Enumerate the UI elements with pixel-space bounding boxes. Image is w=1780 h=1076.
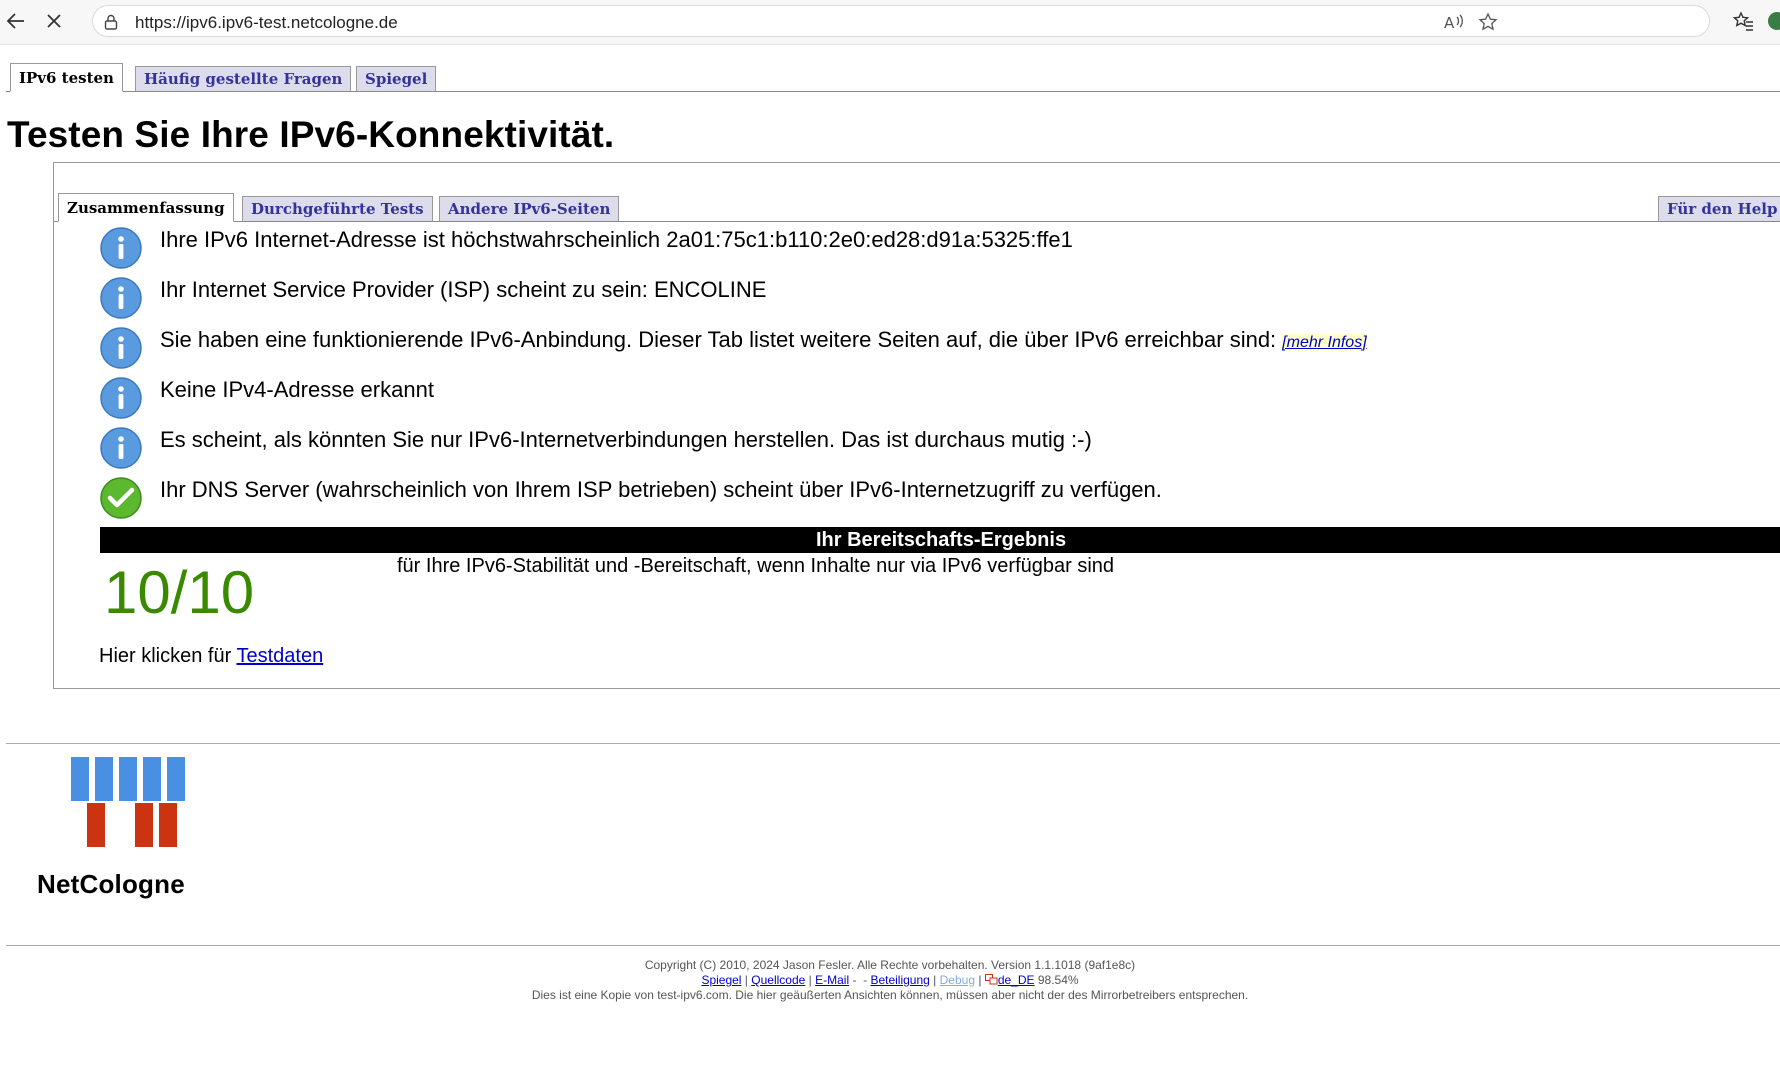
readiness-description: für Ihre IPv6-Stabilität und -Bereitscha… — [397, 555, 1115, 577]
address-bar[interactable]: https://ipv6.ipv6-test.netcologne.de A — [92, 5, 1710, 37]
info-icon — [100, 327, 142, 369]
read-aloud-icon[interactable]: A — [1443, 12, 1465, 32]
tab-ipv6-testen[interactable]: IPv6 testen — [10, 63, 123, 92]
logo-red-bar — [87, 803, 105, 847]
info-icon — [100, 227, 142, 269]
profile-avatar[interactable] — [1768, 12, 1780, 30]
footer-note: Dies ist eine Kopie von test-ipv6.com. D… — [531, 988, 1249, 1002]
page-title: Testen Sie Ihre IPv6-Konnektivität. — [7, 114, 615, 155]
logo-red-bar — [159, 803, 177, 847]
tab-tests-run[interactable]: Durchgeführte Tests — [242, 196, 433, 222]
sub-tab-bar: Zusammenfassung Durchgeführte Tests Ande… — [54, 163, 1780, 222]
stop-loading-button[interactable] — [40, 7, 68, 35]
result-no-ipv4: Keine IPv4-Adresse erkannt — [100, 371, 1780, 419]
tab-other-ipv6-sites[interactable]: Andere IPv6-Seiten — [439, 196, 620, 222]
readiness-header: Ihr Bereitschafts-Ergebnis — [816, 529, 1067, 551]
logo-text: NetCologne — [37, 869, 185, 899]
tab-mirror[interactable]: Spiegel — [356, 66, 437, 92]
test-data-prefix: Hier klicken für — [99, 645, 232, 667]
divider — [6, 743, 1780, 744]
footer-link-locale[interactable]: de_DE — [998, 973, 1035, 987]
result-text-wrap: Sie haben eine funktionierende IPv6-Anbi… — [160, 327, 1367, 353]
footer-links: Spiegel | Quellcode | E-Mail - - Beteili… — [701, 973, 1079, 987]
footer-translation-percent: 98.54% — [1037, 973, 1079, 987]
footer-link-debug[interactable]: Debug — [940, 973, 975, 987]
more-info-link[interactable]: [mehr Infos] — [1282, 334, 1367, 351]
url-text[interactable]: https://ipv6.ipv6-test.netcologne.de — [135, 13, 398, 33]
logo-blue-bar — [119, 757, 137, 801]
result-text: Keine IPv4-Adresse erkannt — [160, 377, 434, 402]
result-text: Ihr DNS Server (wahrscheinlich von Ihrem… — [160, 477, 1162, 502]
check-icon — [100, 477, 142, 519]
result-isp: Ihr Internet Service Provider (ISP) sche… — [100, 271, 1780, 319]
readiness-header-bar: Ihr Bereitschafts-Ergebnis — [100, 527, 1780, 553]
close-icon — [47, 14, 61, 28]
logo-blue-bar — [71, 757, 89, 801]
back-button[interactable] — [2, 7, 30, 35]
tab-faq[interactable]: Häufig gestellte Fragen — [135, 66, 352, 92]
tab-summary[interactable]: Zusammenfassung — [58, 193, 234, 222]
footer-link-mirror[interactable]: Spiegel — [701, 973, 741, 987]
logo-blue-bar — [95, 757, 113, 801]
footer-link-participation[interactable]: Beteiligung — [870, 973, 929, 987]
divider — [6, 945, 1780, 946]
info-icon — [100, 377, 142, 419]
translate-icon — [984, 974, 998, 985]
footer-copyright: Copyright (C) 2010, 2024 Jason Fesler. A… — [644, 958, 1136, 972]
footer-link-source[interactable]: Quellcode — [751, 973, 805, 987]
back-arrow-icon — [6, 13, 24, 29]
favorites-icon[interactable] — [1732, 10, 1754, 37]
readiness-score: 10/10 — [104, 559, 255, 626]
lock-icon[interactable] — [103, 13, 119, 36]
main-tab-bar: IPv6 testen Häufig gestellte Fragen Spie… — [6, 61, 1780, 92]
result-ipv6-address: Ihre IPv6 Internet-Adresse ist höchstwah… — [100, 221, 1780, 269]
result-text: Ihre IPv6 Internet-Adresse ist höchstwah… — [160, 227, 1073, 252]
result-text: Sie haben eine funktionierende IPv6-Anbi… — [160, 327, 1277, 352]
result-dns: Ihr DNS Server (wahrscheinlich von Ihrem… — [100, 471, 1780, 519]
test-data-link[interactable]: Testdaten — [236, 645, 323, 667]
info-icon — [100, 427, 142, 469]
svg-text:A: A — [1444, 14, 1455, 32]
result-text: Ihr Internet Service Provider (ISP) sche… — [160, 277, 767, 302]
info-icon — [100, 277, 142, 319]
tab-helpdesk[interactable]: Für den Help — [1658, 196, 1780, 222]
result-ipv6-only: Es scheint, als könnten Sie nur IPv6-Int… — [100, 421, 1780, 469]
browser-toolbar: https://ipv6.ipv6-test.netcologne.de A — [0, 0, 1780, 45]
footer: Copyright (C) 2010, 2024 Jason Fesler. A… — [0, 958, 1780, 1003]
result-text: Es scheint, als könnten Sie nur IPv6-Int… — [160, 427, 1092, 452]
logo-blue-bar — [167, 757, 185, 801]
logo-blue-bar — [143, 757, 161, 801]
test-data-line: Hier klicken für Testdaten — [99, 645, 323, 668]
result-ipv6-connection: Sie haben eine funktionierende IPv6-Anbi… — [100, 321, 1780, 369]
logo-red-bar — [135, 803, 153, 847]
footer-link-email[interactable]: E-Mail — [815, 973, 849, 987]
results-panel: Zusammenfassung Durchgeführte Tests Ande… — [53, 162, 1780, 689]
star-icon[interactable] — [1477, 12, 1499, 32]
